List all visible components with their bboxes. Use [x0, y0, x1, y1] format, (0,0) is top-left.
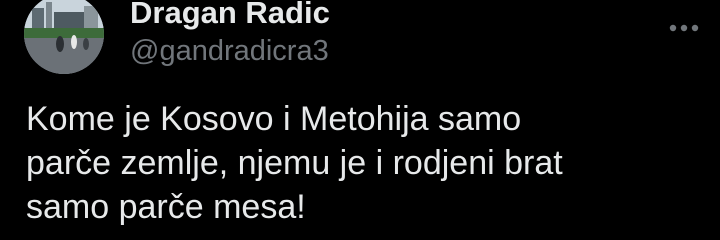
tweet-text: Kome je Kosovo i Metohija samo parče zem…: [26, 97, 706, 229]
more-horizontal-icon: [669, 24, 699, 32]
tweet: Dragan Radic @gandradicra3 Kome je Kosov…: [0, 0, 720, 240]
author-handle[interactable]: @gandradicra3: [130, 35, 329, 68]
tweet-text-line: parče zemlje, njemu je i rodjeni brat: [26, 144, 563, 182]
tweet-text-line: samo parče mesa!: [26, 188, 306, 226]
avatar[interactable]: [24, 0, 104, 74]
author-display-name[interactable]: Dragan Radic: [130, 0, 330, 31]
tweet-text-line: Kome je Kosovo i Metohija samo: [26, 100, 522, 138]
more-options-button[interactable]: [666, 10, 702, 46]
profile-photo-icon: [24, 0, 104, 74]
